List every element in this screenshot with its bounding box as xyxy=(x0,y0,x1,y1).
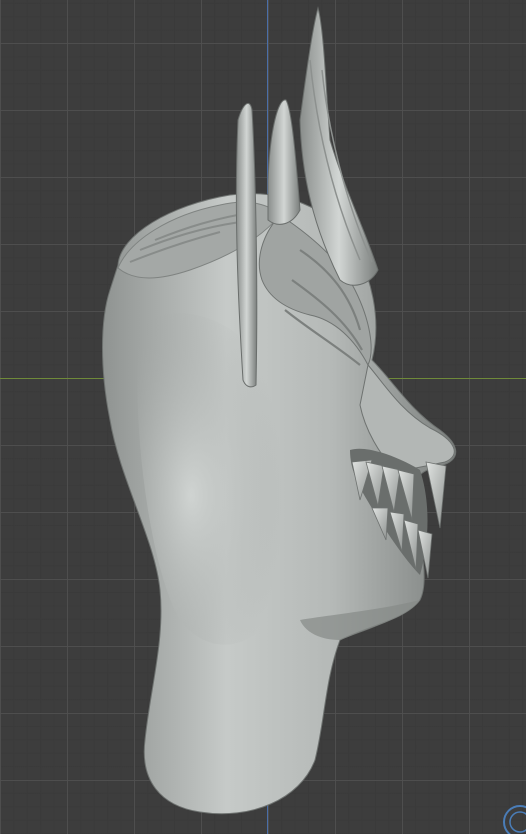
sculpted-creature-head[interactable] xyxy=(0,0,526,834)
navigation-gizmo-icon[interactable] xyxy=(500,802,526,834)
spike-middle xyxy=(267,99,301,225)
3d-viewport[interactable] xyxy=(0,0,526,834)
